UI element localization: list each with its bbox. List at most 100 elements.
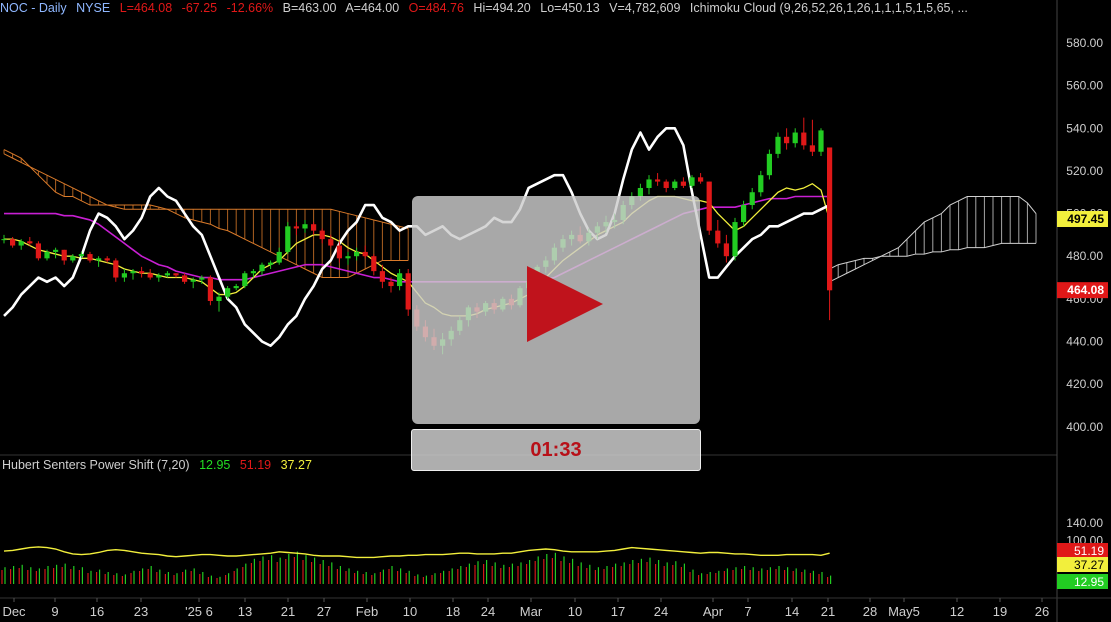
x-tick-label: 24	[654, 604, 668, 619]
high-value: Hi=494.20	[473, 1, 531, 15]
lower-indicator-value-1: 12.95	[199, 458, 231, 472]
price-tag-upper: 497.45	[1067, 212, 1104, 226]
x-tick-label: 24	[481, 604, 495, 619]
volume-value: V=4,782,609	[609, 1, 681, 15]
x-tick-label: 10	[568, 604, 582, 619]
last-price: L=464.08	[119, 1, 173, 15]
lower-indicator-value-3: 37.27	[280, 458, 312, 472]
candle-body	[792, 132, 798, 144]
candle-body	[233, 286, 239, 289]
candle-body	[104, 258, 110, 261]
price-tick-label: 580.00	[1066, 36, 1103, 50]
candle-body	[242, 273, 248, 287]
candle-body	[302, 224, 308, 229]
candle-body	[319, 230, 325, 240]
price-tick-label: 400.00	[1066, 420, 1103, 434]
candle-body	[715, 230, 721, 244]
candle-body	[61, 249, 67, 261]
candle-body	[362, 251, 368, 257]
candle-body	[139, 271, 145, 274]
x-tick-label: '25 6	[185, 604, 213, 619]
bid-value: B=463.00	[282, 1, 337, 15]
x-tick-label: Dec	[2, 604, 26, 619]
candle-body	[276, 251, 282, 263]
ask-value: A=464.00	[345, 1, 400, 15]
candle-body	[723, 243, 729, 257]
candle-body	[250, 271, 256, 274]
x-tick-label: 14	[785, 604, 799, 619]
video-timer: 01:33	[411, 429, 701, 471]
candle-body	[44, 251, 50, 259]
lower-tag: 12.95	[1074, 575, 1104, 589]
candle-body	[259, 264, 265, 272]
candle-body	[53, 249, 59, 252]
candle-body	[809, 145, 815, 152]
candle-body	[96, 258, 102, 261]
indicator-label: Ichimoku Cloud (9,26,52,26,1,26,1,1,1,5,…	[689, 1, 968, 15]
price-tick-label: 420.00	[1066, 377, 1103, 391]
candle-body	[388, 281, 394, 287]
candle-body	[164, 273, 170, 276]
candle-body	[173, 273, 179, 276]
x-tick-label: Apr	[703, 604, 724, 619]
candle-body	[35, 243, 41, 259]
candle-body	[199, 277, 205, 280]
candle-body	[130, 271, 136, 274]
candle-body	[18, 241, 24, 246]
x-tick-label: 19	[993, 604, 1007, 619]
x-tick-label: 13	[238, 604, 252, 619]
candle-body	[70, 256, 76, 261]
price-tick-label: 560.00	[1066, 79, 1103, 93]
candle-body	[311, 224, 317, 231]
power-line	[3, 546, 830, 559]
x-tick-label: Feb	[356, 604, 378, 619]
play-icon[interactable]	[527, 266, 603, 342]
price-tick-label: 540.00	[1066, 121, 1103, 135]
candle-body	[801, 132, 807, 146]
change-percent: -12.66%	[226, 1, 274, 15]
low-value: Lo=450.13	[540, 1, 600, 15]
candle-body	[784, 136, 790, 144]
x-tick-label: 21	[281, 604, 295, 619]
candle-body	[87, 254, 93, 261]
x-tick-label: 9	[51, 604, 58, 619]
exchange-label: NYSE	[76, 1, 111, 15]
candle-body	[328, 239, 334, 246]
x-tick-label: May5	[888, 604, 920, 619]
candle-body	[336, 245, 342, 259]
lower-indicator-name: Hubert Senters Power Shift (7,20)	[2, 458, 190, 472]
x-tick-label: 27	[317, 604, 331, 619]
candle-body	[732, 222, 738, 257]
price-tick-label: 440.00	[1066, 334, 1103, 348]
chart-header: NOC - Daily NYSE L=464.08 -67.25 -12.66%…	[0, 0, 1060, 16]
change-value: -67.25	[181, 1, 218, 15]
x-tick-label: 7	[744, 604, 751, 619]
candle-body	[268, 262, 274, 265]
lower-tag: 37.27	[1074, 558, 1104, 572]
candle-body	[646, 179, 652, 188]
candle-body	[397, 273, 403, 287]
lower-indicator-header: Hubert Senters Power Shift (7,20) 12.95 …	[2, 458, 318, 472]
x-tick-label: 12	[950, 604, 964, 619]
candle-body	[293, 226, 299, 229]
candle-body	[827, 147, 833, 291]
candle-body	[663, 181, 669, 188]
candle-body	[207, 277, 213, 301]
candle-body	[182, 275, 188, 282]
power-shift-panel	[1, 546, 832, 584]
candle-body	[706, 181, 712, 231]
candle-body	[147, 273, 153, 278]
lower-tick-label: 140.00	[1066, 516, 1103, 530]
candle-body	[216, 296, 222, 301]
x-tick-label: 28	[863, 604, 877, 619]
candle-body	[1, 239, 7, 241]
x-tick-label: 10	[403, 604, 417, 619]
candle-body	[672, 181, 678, 188]
candle-body	[758, 175, 764, 193]
candle-body	[405, 273, 411, 310]
candle-body	[766, 153, 772, 176]
video-player-overlay[interactable]	[412, 196, 700, 424]
candle-body	[749, 192, 755, 206]
x-tick-label: 18	[446, 604, 460, 619]
x-tick-label: 17	[611, 604, 625, 619]
